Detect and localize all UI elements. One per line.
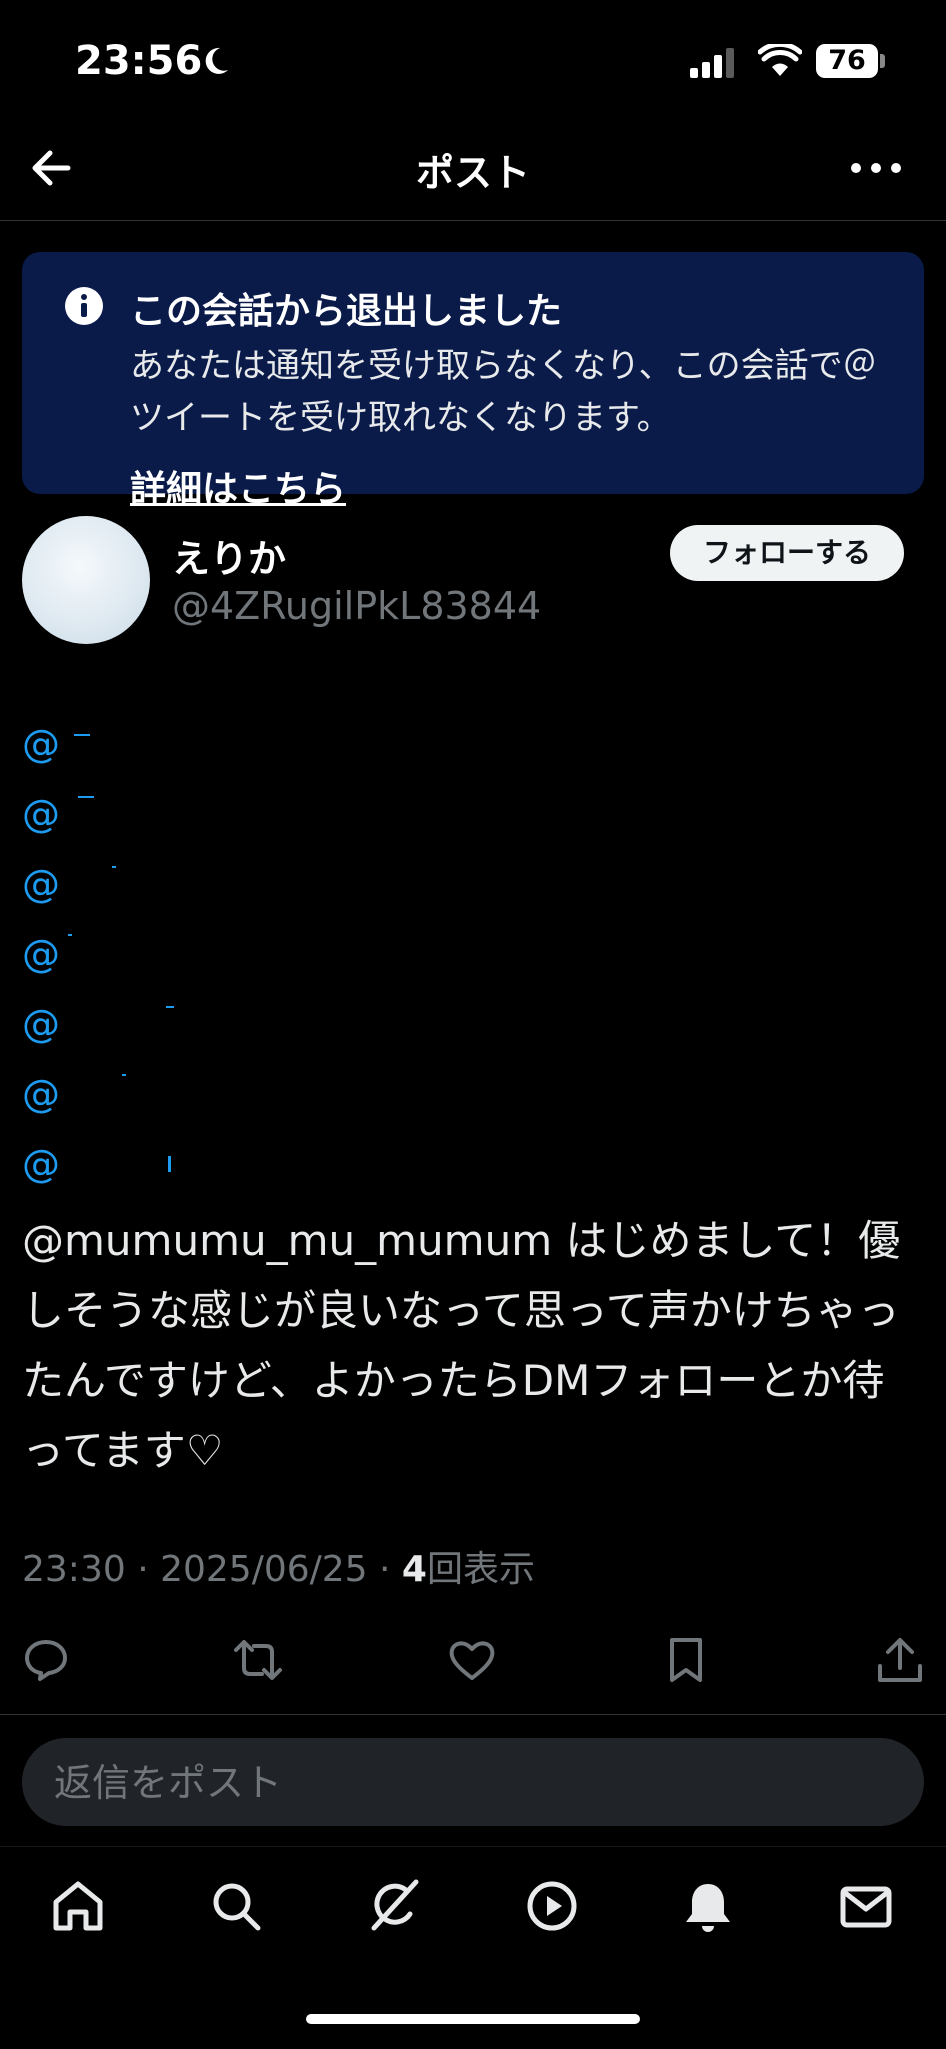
avatar[interactable] [22,516,150,644]
redacted-mention-trace [122,1074,126,1076]
author-handle[interactable]: @4ZRugilPkL83844 [172,584,541,628]
redacted-mention-trace [68,934,72,936]
redacted-mention-trace [166,1006,174,1008]
bell-icon[interactable] [680,1878,736,1934]
bookmark-icon[interactable] [660,1634,712,1686]
reply-box[interactable] [22,1738,924,1828]
status-time: 23:56 [75,38,203,84]
mention-link[interactable]: @ [22,1002,60,1046]
views-label: 回表示 [426,1549,535,1590]
mention-link[interactable]: @ [22,932,60,976]
heart-icon[interactable] [446,1634,498,1686]
tweet-meta: 23:30 · 2025/06/25 · 4回表示 [22,1540,535,1592]
battery-icon [880,54,885,68]
follow-button[interactable]: フォローする [670,525,904,581]
notice-body: あなたは通知を受け取らなくなり、この会話で＠ツイートを受け取れなくなります。 [130,346,877,438]
share-icon[interactable] [874,1634,926,1686]
more-horizontal-icon[interactable] [848,150,904,186]
views-count: 4 [401,1549,427,1590]
info-icon [65,287,103,325]
grok-icon[interactable] [366,1878,422,1934]
mail-icon[interactable] [838,1878,894,1934]
reply-input[interactable] [52,1738,896,1828]
repost-icon[interactable] [232,1634,284,1686]
divider [0,1714,946,1715]
tweet-text: @mumumu_mu_mumum はじめまして！優しそうな感じが良いなって思って… [22,1216,901,1475]
mention-link[interactable]: @ [22,722,60,766]
battery-level: 76 [816,44,878,78]
mention-link[interactable]: @ [22,862,60,906]
home-icon[interactable] [50,1878,106,1934]
author-name[interactable]: えりか [172,528,286,583]
redacted-mention-trace [112,866,116,868]
notice-title: この会話から退出しました [130,291,563,332]
redacted-mention-trace [168,1156,171,1172]
play-icon[interactable] [524,1878,580,1934]
search-icon[interactable] [208,1878,264,1934]
reply-icon[interactable] [20,1634,72,1686]
redacted-mention-trace [78,796,94,798]
home-indicator [306,2014,640,2024]
divider [0,220,946,221]
learn-more-link[interactable]: 詳細はこちら [130,460,346,512]
mention-link[interactable]: @ [22,1072,60,1116]
moon-icon [205,47,228,74]
page-title: ポスト [415,151,530,195]
cellular-signal-icon [690,48,734,78]
mention-link[interactable]: @ [22,1142,60,1186]
redacted-mention-trace [74,734,90,736]
mention-link[interactable]: @ [22,792,60,836]
tweet-timestamp[interactable]: 23:30 · 2025/06/25 · [22,1549,402,1590]
wifi-icon [758,44,802,76]
